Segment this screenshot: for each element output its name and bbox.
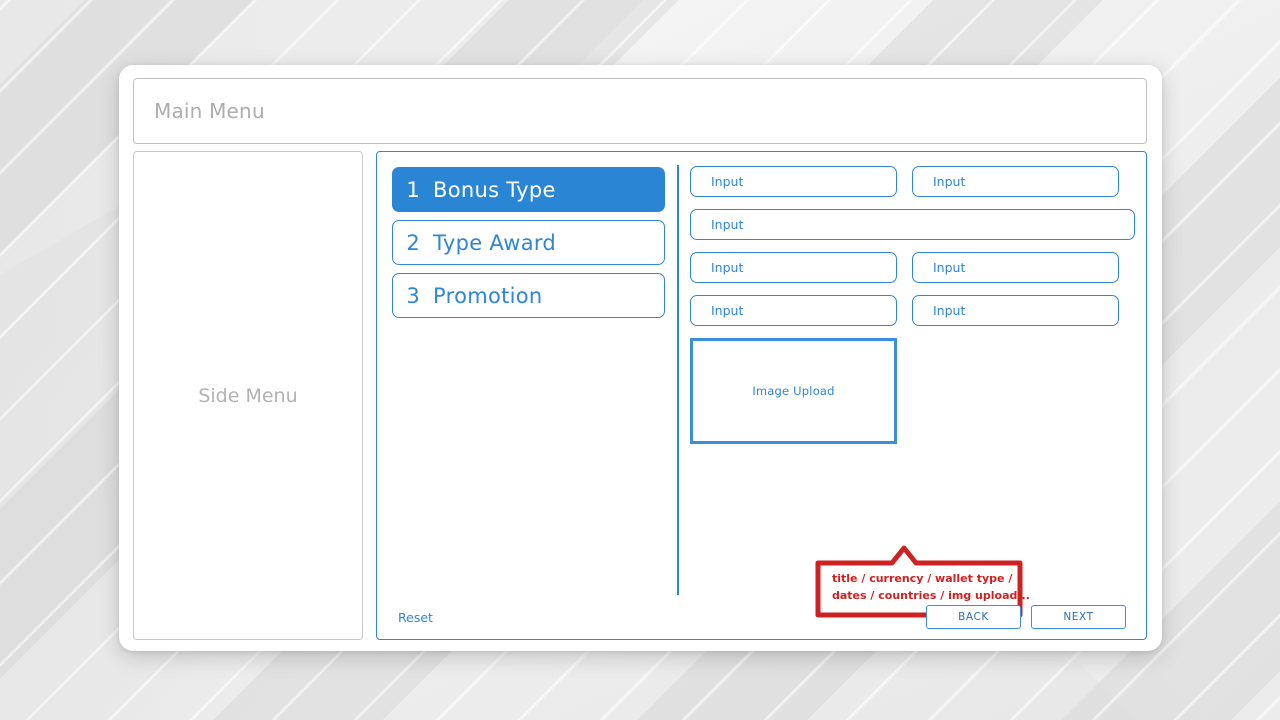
image-upload-dropzone[interactable]: Image Upload <box>690 338 897 444</box>
step-number: 3 <box>406 283 420 308</box>
step-item-bonus-type[interactable]: 1 Bonus Type <box>392 167 665 212</box>
input-field[interactable]: Input <box>690 209 1135 240</box>
form-area: Input Input Input Input Input Input Inpu… <box>690 166 1135 444</box>
vertical-divider <box>677 165 679 595</box>
step-label: Type Award <box>433 230 557 255</box>
step-label: Promotion <box>433 283 543 308</box>
input-field[interactable]: Input <box>912 252 1119 283</box>
side-menu-label: Side Menu <box>198 384 298 407</box>
side-menu-panel[interactable]: Side Menu <box>133 151 363 640</box>
next-button[interactable]: NEXT <box>1031 605 1126 629</box>
form-row: Input Input <box>690 252 1135 283</box>
steps-list: 1 Bonus Type 2 Type Award 3 Promotion <box>392 167 665 326</box>
input-field[interactable]: Input <box>912 166 1119 197</box>
main-menu-bar[interactable]: Main Menu <box>133 78 1147 144</box>
reset-button[interactable]: Reset <box>398 610 433 625</box>
input-field[interactable]: Input <box>690 166 897 197</box>
form-row: Input <box>690 209 1135 240</box>
input-field[interactable]: Input <box>690 295 897 326</box>
annotation-line-1: title / currency / wallet type / <box>832 572 1013 585</box>
back-button[interactable]: BACK <box>926 605 1021 629</box>
image-upload-label: Image Upload <box>752 384 835 398</box>
app-window-card: Main Menu Side Menu 1 Bonus Type 2 Type … <box>119 65 1162 651</box>
step-number: 2 <box>406 230 420 255</box>
page-title: Main Menu <box>154 99 265 123</box>
input-field[interactable]: Input <box>690 252 897 283</box>
annotation-line-2: dates / countries / img upload... <box>832 589 1030 602</box>
form-row: Input Input <box>690 166 1135 197</box>
footer-buttons: BACK NEXT <box>926 605 1126 629</box>
content-panel: 1 Bonus Type 2 Type Award 3 Promotion In… <box>376 151 1147 640</box>
step-label: Bonus Type <box>433 177 556 202</box>
form-row: Input Input <box>690 295 1135 326</box>
annotation-text: title / currency / wallet type / dates /… <box>832 570 1030 604</box>
step-item-promotion[interactable]: 3 Promotion <box>392 273 665 318</box>
input-field[interactable]: Input <box>912 295 1119 326</box>
step-item-type-award[interactable]: 2 Type Award <box>392 220 665 265</box>
step-number: 1 <box>406 177 420 202</box>
